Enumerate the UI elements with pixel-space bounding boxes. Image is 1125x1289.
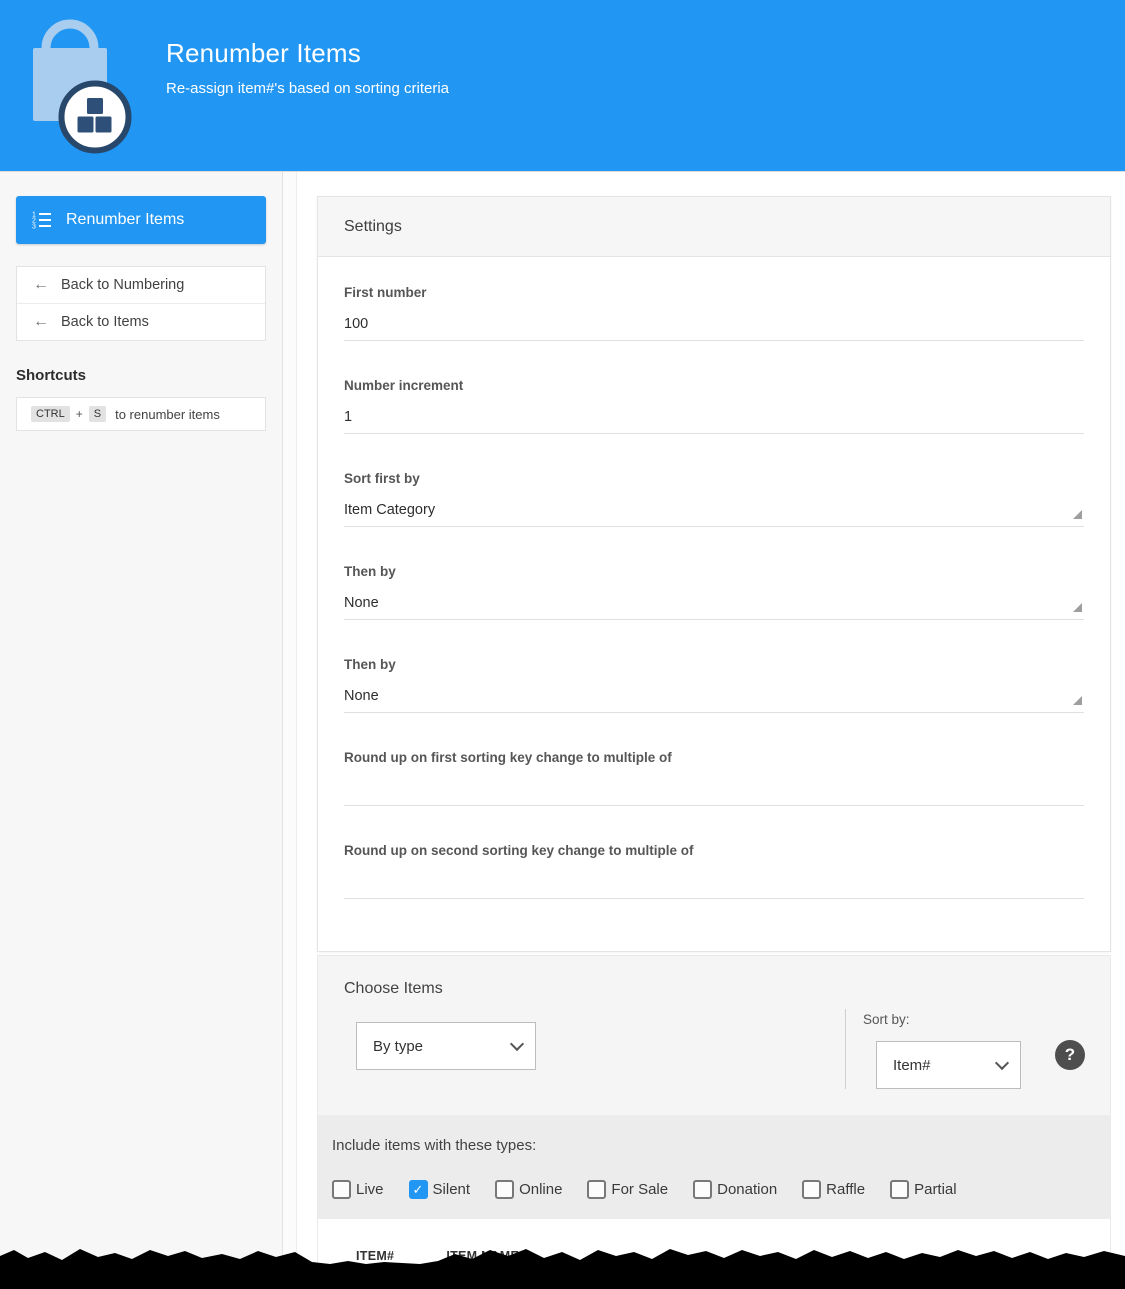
sort-by-label: Sort by:	[863, 1012, 910, 1027]
sidebar-item-back-to-items[interactable]: ← Back to Items	[17, 303, 265, 340]
kbd-ctrl: CTRL	[31, 406, 70, 422]
sidebar-nav: ← Back to Numbering ← Back to Items	[16, 266, 266, 341]
field-then-by-2: Then by None	[344, 657, 1084, 713]
nav-label: Back to Numbering	[61, 277, 184, 293]
field-label: Then by	[344, 657, 1084, 672]
select-value: None	[344, 595, 379, 611]
type-checkbox[interactable]	[693, 1180, 712, 1199]
column-header-item-number: ITEM#	[356, 1249, 394, 1263]
select-value: Item Category	[344, 502, 435, 518]
sort-by-select[interactable]: Item#	[876, 1041, 1021, 1089]
then-by-select[interactable]: None	[344, 688, 1084, 713]
type-checkbox[interactable]	[409, 1180, 428, 1199]
first-number-input[interactable]: 100	[344, 316, 1084, 341]
field-label: Sort first by	[344, 471, 1084, 486]
select-value: Item#	[893, 1057, 931, 1074]
sidebar-item-label: Renumber Items	[66, 211, 184, 229]
type-checkbox[interactable]	[802, 1180, 821, 1199]
include-types-label: Include items with these types:	[332, 1137, 1110, 1154]
nav-label: Back to Items	[61, 314, 149, 330]
round-up-second-input[interactable]	[344, 874, 1084, 899]
choose-items-panel: Choose Items By type Sort by: Item# ? In…	[317, 955, 1111, 1289]
type-option-raffle[interactable]: Raffle	[802, 1180, 865, 1199]
settings-panel: Settings First number 100 Number increme…	[317, 196, 1111, 952]
shortcuts-heading: Shortcuts	[16, 367, 266, 384]
dropdown-triangle-icon	[1073, 696, 1082, 705]
app-logo	[33, 14, 133, 159]
numbered-list-icon: 1 2 3	[31, 209, 53, 231]
field-label: Number increment	[344, 378, 1084, 393]
help-icon[interactable]: ?	[1055, 1040, 1085, 1070]
type-label: Raffle	[826, 1181, 865, 1198]
item-filter-select[interactable]: By type	[356, 1022, 536, 1070]
dropdown-triangle-icon	[1073, 510, 1082, 519]
type-option-partial[interactable]: Partial	[890, 1180, 957, 1199]
type-label: Live	[356, 1181, 384, 1198]
settings-heading: Settings	[318, 197, 1110, 257]
field-label: First number	[344, 285, 1084, 300]
chevron-down-icon	[510, 1036, 524, 1050]
type-checkbox[interactable]	[890, 1180, 909, 1199]
type-checkbox[interactable]	[587, 1180, 606, 1199]
shopping-bag-icon	[33, 14, 133, 154]
chevron-down-icon	[995, 1055, 1009, 1069]
include-types-strip: Include items with these types: Live Sil…	[318, 1115, 1110, 1219]
page-title: Renumber Items	[166, 38, 361, 69]
kbd-plus: +	[76, 407, 83, 421]
items-table: ITEM# ITEM NAME	[318, 1219, 1110, 1289]
sidebar: 1 2 3 Renumber Items ← Back to Numbering…	[0, 172, 283, 1289]
type-checkbox[interactable]	[495, 1180, 514, 1199]
shortcut-hint: CTRL + S to renumber items	[16, 397, 266, 431]
type-label: Silent	[433, 1181, 471, 1198]
field-label: Round up on second sorting key change to…	[344, 843, 1084, 858]
type-label: For Sale	[611, 1181, 668, 1198]
items-table-header-row: ITEM# ITEM NAME	[356, 1249, 1110, 1263]
number-increment-input[interactable]: 1	[344, 409, 1084, 434]
field-round-up-second: Round up on second sorting key change to…	[344, 843, 1084, 899]
select-value: None	[344, 688, 379, 704]
type-checkbox-row: Live Silent Online For Sale Donation	[332, 1180, 1110, 1199]
blocks-badge	[62, 84, 129, 151]
type-label: Donation	[717, 1181, 777, 1198]
dropdown-triangle-icon	[1073, 603, 1082, 612]
type-option-donation[interactable]: Donation	[693, 1180, 777, 1199]
sort-first-by-select[interactable]: Item Category	[344, 502, 1084, 527]
round-up-first-input[interactable]	[344, 781, 1084, 806]
page: Renumber Items Re-assign item#'s based o…	[0, 0, 1125, 1289]
sidebar-item-renumber-items[interactable]: 1 2 3 Renumber Items	[16, 196, 266, 244]
shortcut-description: to renumber items	[115, 407, 220, 422]
settings-body: First number 100 Number increment 1 Sort…	[318, 257, 1110, 951]
type-option-online[interactable]: Online	[495, 1180, 562, 1199]
field-round-up-first: Round up on first sorting key change to …	[344, 750, 1084, 806]
field-sort-first-by: Sort first by Item Category	[344, 471, 1084, 527]
page-subtitle: Re-assign item#'s based on sorting crite…	[166, 80, 449, 97]
type-option-silent[interactable]: Silent	[409, 1180, 471, 1199]
type-option-for-sale[interactable]: For Sale	[587, 1180, 668, 1199]
field-label: Round up on first sorting key change to …	[344, 750, 1084, 765]
field-label: Then by	[344, 564, 1084, 579]
back-arrow-icon: ←	[33, 314, 49, 330]
then-by-select[interactable]: None	[344, 595, 1084, 620]
back-arrow-icon: ←	[33, 277, 49, 293]
field-first-number: First number 100	[344, 285, 1084, 341]
app-header: Renumber Items Re-assign item#'s based o…	[0, 0, 1125, 172]
sidebar-scroll-gutter	[283, 172, 297, 1289]
type-label: Online	[519, 1181, 562, 1198]
vertical-divider	[845, 1009, 846, 1089]
svg-text:3: 3	[32, 224, 36, 231]
type-label: Partial	[914, 1181, 957, 1198]
type-option-live[interactable]: Live	[332, 1180, 384, 1199]
field-then-by-1: Then by None	[344, 564, 1084, 620]
column-header-item-name: ITEM NAME	[446, 1249, 519, 1263]
select-value: By type	[373, 1038, 423, 1055]
kbd-s: S	[89, 406, 106, 422]
sidebar-item-back-to-numbering[interactable]: ← Back to Numbering	[17, 267, 265, 303]
field-number-increment: Number increment 1	[344, 378, 1084, 434]
choose-items-heading: Choose Items	[344, 980, 443, 998]
type-checkbox[interactable]	[332, 1180, 351, 1199]
